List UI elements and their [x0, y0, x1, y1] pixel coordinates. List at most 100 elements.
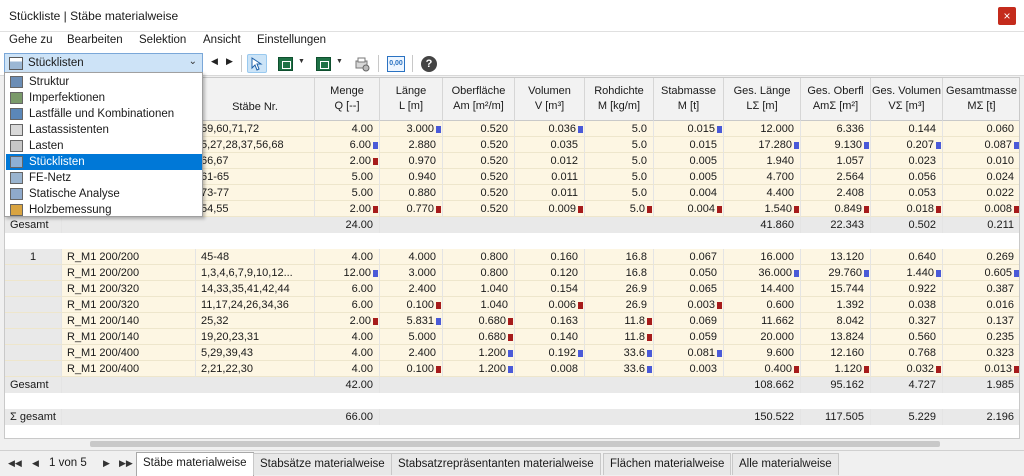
- spacer-row[interactable]: [5, 393, 1019, 409]
- dropdown-option[interactable]: Imperfektionen: [6, 90, 202, 106]
- table-cell[interactable]: 6.00: [315, 281, 380, 297]
- table-cell[interactable]: 0.192: [515, 345, 585, 361]
- table-cell[interactable]: 5.000: [380, 329, 443, 345]
- table-row[interactable]: R_M1 200/140 19,20,23,31 4.00 5.000 0.680 0.1…: [5, 329, 1019, 345]
- help-icon[interactable]: ?: [419, 54, 439, 73]
- table-cell[interactable]: 16.000: [724, 249, 801, 265]
- table-cell[interactable]: [5, 361, 62, 377]
- table-cell[interactable]: 0.137: [943, 313, 1019, 329]
- excel-table-icon[interactable]: [313, 54, 333, 73]
- table-cell[interactable]: 0.880: [380, 185, 443, 201]
- sheet-tab[interactable]: Stabsatzrepräsentanten materialweise: [391, 453, 601, 475]
- table-cell[interactable]: 14,33,35,41,42,44: [196, 281, 315, 297]
- column-header[interactable]: Menge Q [--]: [315, 78, 380, 121]
- table-cell[interactable]: 16.8: [585, 265, 654, 281]
- table-cell[interactable]: R_M1 200/140: [62, 329, 196, 345]
- table-row[interactable]: R_M1 200/200 1,3,4,6,7,9,10,12... 12.00 3.0…: [5, 265, 1019, 281]
- table-cell[interactable]: 0.600: [724, 297, 801, 313]
- table-cell[interactable]: 11.662: [724, 313, 801, 329]
- table-cell[interactable]: 1.540: [724, 201, 801, 217]
- table-cell[interactable]: [5, 329, 62, 345]
- table-cell[interactable]: 5.0: [585, 169, 654, 185]
- table-cell[interactable]: 0.016: [943, 297, 1019, 313]
- table-cell[interactable]: 0.163: [515, 313, 585, 329]
- table-cell[interactable]: 0.023: [871, 153, 943, 169]
- group-total-row[interactable]: Gesamt 24.00 41.860 22.343 0.502 0.211: [5, 217, 1019, 233]
- table-cell[interactable]: 12.000: [724, 121, 801, 137]
- category-dropdown-list[interactable]: Struktur Imperfektionen Lastfälle und Komb…: [4, 72, 203, 217]
- table-cell[interactable]: 0.520: [443, 169, 515, 185]
- next-page-icon[interactable]: ▶: [103, 458, 110, 469]
- spacer-row[interactable]: [5, 233, 1019, 249]
- table-cell[interactable]: 0.520: [443, 153, 515, 169]
- table-row[interactable]: R_M1 200/400 2,21,22,30 4.00 0.100 1.200 0.00…: [5, 361, 1019, 377]
- table-cell[interactable]: 0.800: [443, 249, 515, 265]
- table-cell[interactable]: R_M1 200/200: [62, 265, 196, 281]
- table-cell[interactable]: 0.144: [871, 121, 943, 137]
- dropdown-option[interactable]: Lasten: [6, 138, 202, 154]
- table-cell[interactable]: 1.440: [871, 265, 943, 281]
- table-cell[interactable]: 95.162: [801, 377, 871, 393]
- table-cell[interactable]: 17.280: [724, 137, 801, 153]
- dropdown-option[interactable]: Stücklisten: [6, 154, 202, 170]
- dropdown-option[interactable]: Statische Analyse: [6, 186, 202, 202]
- column-header[interactable]: Oberfläche Am [m²/m]: [443, 78, 515, 121]
- table-cell[interactable]: 0.059: [654, 329, 724, 345]
- table-cell[interactable]: 42.00: [315, 377, 380, 393]
- dropdown-option[interactable]: Lastfälle und Kombinationen: [6, 106, 202, 122]
- next-arrow-icon[interactable]: ▶: [226, 56, 233, 67]
- table-cell[interactable]: 0.015: [654, 137, 724, 153]
- table-cell[interactable]: 1.040: [443, 297, 515, 313]
- table-cell[interactable]: 26.9: [585, 297, 654, 313]
- decimal-places-icon[interactable]: 0,00: [386, 54, 406, 73]
- horizontal-scrollbar[interactable]: [90, 441, 940, 447]
- table-cell[interactable]: 16.8: [585, 249, 654, 265]
- table-cell[interactable]: 24.00: [315, 217, 380, 233]
- table-cell[interactable]: 1.200: [443, 361, 515, 377]
- table-cell[interactable]: 61-65: [196, 169, 315, 185]
- table-cell[interactable]: 1,3,4,6,7,9,10,12...: [196, 265, 315, 281]
- table-cell[interactable]: 4.00: [315, 329, 380, 345]
- table-cell[interactable]: 0.053: [871, 185, 943, 201]
- table-cell[interactable]: 2.880: [380, 137, 443, 153]
- table-cell[interactable]: 0.520: [443, 137, 515, 153]
- close-button[interactable]: ×: [998, 7, 1016, 25]
- table-cell[interactable]: [5, 265, 62, 281]
- table-dropdown-arrow-icon[interactable]: ▼: [336, 58, 343, 65]
- table-row[interactable]: R_M1 200/320 11,17,24,26,34,36 6.00 0.100 1.…: [5, 297, 1019, 313]
- table-cell[interactable]: 0.038: [871, 297, 943, 313]
- table-cell[interactable]: 0.013: [943, 361, 1019, 377]
- table-cell[interactable]: 8.042: [801, 313, 871, 329]
- table-cell[interactable]: 0.520: [443, 185, 515, 201]
- column-header[interactable]: Volumen V [m³]: [515, 78, 585, 121]
- sheet-tab[interactable]: Alle materialweise: [732, 453, 839, 475]
- table-row[interactable]: 1 R_M1 200/200 45-48 4.00 4.000 0.800 0.160 16.…: [5, 249, 1019, 265]
- table-cell[interactable]: 117.505: [801, 409, 871, 425]
- table-cell[interactable]: 11.8: [585, 313, 654, 329]
- sheet-tab[interactable]: Stabsätze materialweise: [253, 453, 392, 475]
- table-cell[interactable]: 66.00: [315, 409, 380, 425]
- table-cell[interactable]: 6.00: [315, 137, 380, 153]
- table-cell[interactable]: 9.600: [724, 345, 801, 361]
- table-cell[interactable]: 0.004: [654, 201, 724, 217]
- table-cell[interactable]: 0.006: [515, 297, 585, 313]
- previous-arrow-icon[interactable]: ◀: [211, 56, 218, 67]
- table-cell[interactable]: 2.408: [801, 185, 871, 201]
- column-header[interactable]: Ges. Volumen VΣ [m³]: [871, 78, 943, 121]
- table-cell[interactable]: 4.727: [871, 377, 943, 393]
- table-cell[interactable]: 19,20,23,31: [196, 329, 315, 345]
- table-cell[interactable]: R_M1 200/200: [62, 249, 196, 265]
- table-cell[interactable]: 0.211: [943, 217, 1019, 233]
- table-cell[interactable]: 0.160: [515, 249, 585, 265]
- table-cell[interactable]: 13.824: [801, 329, 871, 345]
- table-cell[interactable]: R_M1 200/400: [62, 361, 196, 377]
- table-cell[interactable]: 0.770: [380, 201, 443, 217]
- table-cell[interactable]: 5.229: [871, 409, 943, 425]
- table-cell[interactable]: 0.680: [443, 329, 515, 345]
- table-cell[interactable]: 5.831: [380, 313, 443, 329]
- table-cell[interactable]: 0.560: [871, 329, 943, 345]
- table-cell[interactable]: 14.400: [724, 281, 801, 297]
- table-cell[interactable]: 1.057: [801, 153, 871, 169]
- first-page-icon[interactable]: ◀◀: [8, 458, 22, 469]
- table-cell[interactable]: 5.0: [585, 153, 654, 169]
